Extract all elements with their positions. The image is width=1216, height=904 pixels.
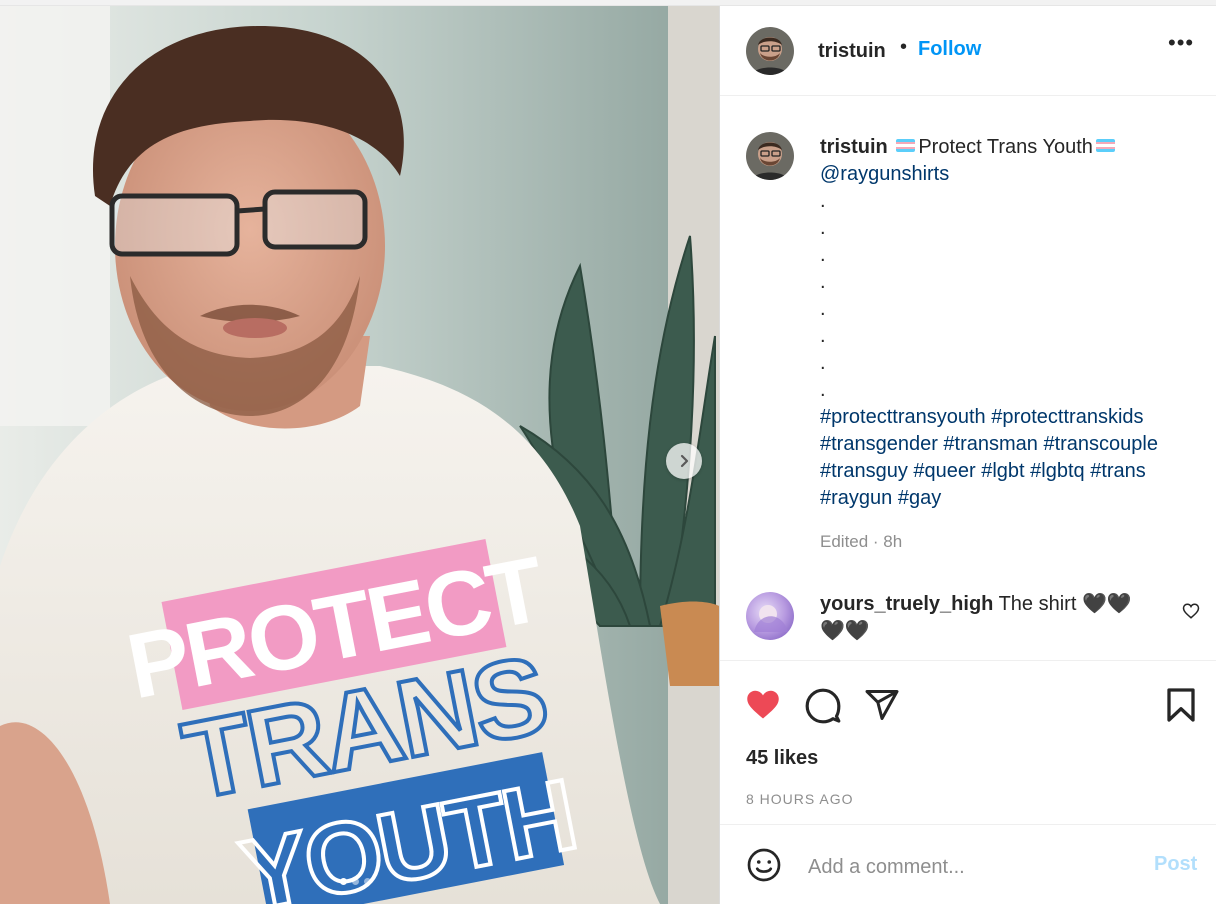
caption-dot: . (820, 352, 826, 374)
transgender-flag-icon (896, 139, 916, 152)
share-button[interactable] (864, 687, 900, 728)
post-side-panel: tristuin • Follow ••• tristuin Protect T… (719, 6, 1216, 904)
post-actions: 45 likes 8 HOURS AGO (720, 660, 1216, 830)
comment-button[interactable] (804, 687, 842, 730)
emoji-button[interactable] (746, 847, 782, 888)
commenter-avatar[interactable] (746, 592, 794, 640)
more-options-icon[interactable]: ••• (1168, 30, 1194, 56)
caption-edited-time: Edited · 8h (820, 532, 903, 551)
save-button[interactable] (1166, 687, 1196, 728)
post-comment-button[interactable]: Post (1154, 853, 1197, 876)
bookmark-icon (1167, 688, 1195, 722)
like-button[interactable] (744, 687, 782, 728)
selfie-image: PROTECT TRANS YOUTH (0, 6, 719, 904)
comment-like-button[interactable] (1182, 602, 1200, 625)
post-timestamp: 8 HOURS AGO (746, 791, 854, 807)
comment-composer: Post (720, 824, 1216, 904)
carousel-dot (352, 878, 359, 885)
comment-bubble-icon (805, 688, 841, 724)
post-photo[interactable]: PROTECT TRANS YOUTH (0, 6, 719, 904)
post-author-username[interactable]: tristuin (818, 40, 886, 63)
caption-hashtags[interactable]: #protecttransyouth #protecttranskids #tr… (820, 406, 1158, 509)
chevron-right-icon (680, 454, 689, 468)
caption-mention-link[interactable]: @raygunshirts (820, 163, 949, 185)
separator-dot: • (900, 36, 908, 58)
avatar[interactable] (746, 27, 794, 75)
caption-text: Protect Trans Youth (918, 136, 1093, 158)
follow-button[interactable]: Follow (918, 38, 981, 61)
like-count[interactable]: 45 likes (746, 747, 818, 770)
transgender-flag-icon (1095, 139, 1115, 152)
carousel-dots (340, 878, 371, 885)
smiley-icon (747, 848, 781, 882)
caption-dot: . (820, 217, 826, 239)
avatar-image (746, 132, 794, 180)
heart-filled-icon (747, 690, 779, 719)
caption-avatar[interactable] (746, 132, 794, 180)
carousel-next-button[interactable] (666, 443, 702, 479)
caption-dot: . (820, 298, 826, 320)
caption-dot: . (820, 325, 826, 347)
carousel-dot (340, 878, 347, 885)
carousel-dot (364, 878, 371, 885)
caption-dot: . (820, 271, 826, 293)
caption-dot: . (820, 379, 826, 401)
heart-outline-icon (1182, 603, 1200, 619)
send-icon (865, 690, 899, 720)
comment-input[interactable] (806, 851, 1130, 883)
comment-item: yours_truely_high The shirt 🖤🖤 🖤🖤 (820, 591, 1160, 645)
post-caption: tristuin Protect Trans Youth @raygunshir… (820, 134, 1200, 512)
caption-dot: . (820, 190, 826, 212)
comment-username[interactable]: yours_truely_high (820, 593, 993, 615)
post-header: tristuin • Follow ••• (720, 6, 1216, 96)
caption-username[interactable]: tristuin (820, 136, 888, 158)
avatar-image (746, 592, 794, 640)
avatar-image (746, 27, 794, 75)
caption-dot: . (820, 244, 826, 266)
